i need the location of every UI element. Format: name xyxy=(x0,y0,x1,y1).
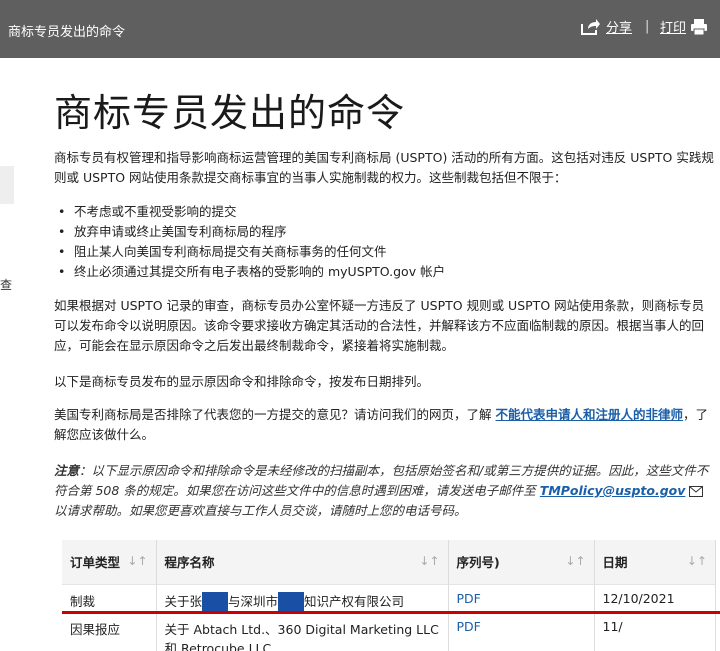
top-bar: 商标专员发出的命令 分享 | 打印 xyxy=(0,0,720,58)
col-order-type[interactable]: 订单类型 ↓↑ xyxy=(62,540,157,584)
col-date[interactable]: 日期 ↓↑ xyxy=(594,540,716,584)
share-label: 分享 xyxy=(606,21,633,36)
redaction-block xyxy=(202,592,229,612)
redaction-block xyxy=(278,592,305,612)
col-proceeding-name[interactable]: 程序名称 ↓↑ xyxy=(156,540,449,584)
sanction-list: 不考虑或不重视受影响的提交 放弃申请或终止美国专利商标局的程序 阻止某人向美国专… xyxy=(58,202,445,282)
order-paragraph: 以下是商标专员发布的显示原因命令和排除命令，按发布日期排列。 xyxy=(54,374,430,389)
note-paragraph: 注意：以下显示原因命令和排除命令是未经修改的扫描副本，包括原始签名和/或第三方提… xyxy=(54,461,718,521)
pdf-link[interactable]: PDF xyxy=(448,583,595,613)
review-paragraph: 如果根据对 USPTO 记录的审查，商标专员办公室怀疑一方违反了 USPTO 规… xyxy=(54,298,705,353)
side-label: 查 xyxy=(0,278,13,292)
pdf-link[interactable]: PDF xyxy=(448,612,595,651)
mail-icon xyxy=(689,486,704,497)
intro-paragraph: 商标专员有权管理和指导影响商标运营管理的美国专利商标局 (USPTO) 活动的所… xyxy=(54,150,714,185)
cell-type: 制裁 xyxy=(62,583,157,613)
topbar-title: 商标专员发出的命令 xyxy=(8,25,126,40)
table-header-row: 订单类型 ↓↑ 程序名称 ↓↑ 序列号) ↓↑ 日期 ↓↑ xyxy=(62,540,716,584)
share-icon xyxy=(581,18,600,35)
share-button[interactable]: 分享 xyxy=(580,17,632,36)
col-serial[interactable]: 序列号) ↓↑ xyxy=(448,540,595,584)
divider: | xyxy=(645,19,650,34)
highlight-underline xyxy=(62,611,720,614)
list-item: 放弃申请或终止美国专利商标局的程序 xyxy=(58,222,445,242)
table-row: 制裁 关于张 与深圳市 知识产权有限公司 PDF 12/10/2021 xyxy=(62,583,716,613)
note-tail: 以请求帮助。如果您更喜欢直接与工作人员交谈，请随时上您的电话号码。 xyxy=(54,503,467,518)
orders-table: 订单类型 ↓↑ 程序名称 ↓↑ 序列号) ↓↑ 日期 ↓↑ 制裁 关于张 与深圳市 知识产权… xyxy=(62,540,716,651)
sort-icon[interactable]: ↓↑ xyxy=(419,554,439,568)
cell-type: 因果报应 xyxy=(62,612,157,651)
list-item: 不考虑或不重视受影响的提交 xyxy=(58,202,445,222)
page-title: 商标专员发出的命令 xyxy=(54,91,406,135)
sort-icon[interactable]: ↓↑ xyxy=(687,554,707,568)
sort-icon[interactable]: ↓↑ xyxy=(565,554,585,568)
cell-date: 11/ xyxy=(594,612,716,651)
print-button[interactable]: 打印 xyxy=(660,17,708,36)
table-row: 因果报应 关于 Abtach Ltd.、360 Digital Marketin… xyxy=(62,612,716,651)
side-tab[interactable] xyxy=(0,166,14,204)
nonlawyer-link[interactable]: 不能代表申请人和注册人的非律师 xyxy=(496,407,684,422)
cell-name: 关于张 与深圳市 知识产权有限公司 xyxy=(156,583,449,613)
cell-name: 关于 Abtach Ltd.、360 Digital Marketing LLC… xyxy=(156,612,449,651)
email-link[interactable]: TMPolicy@uspto.gov xyxy=(540,483,686,498)
list-item: 终止必须通过其提交所有电子表格的受影响的 myUSPTO.gov 帐户 xyxy=(58,262,445,282)
nonlawyer-text: 美国专利商标局是否排除了代表您的一方提交的意见？请访问我们的网页，了解 xyxy=(54,407,492,422)
printer-icon xyxy=(691,18,708,35)
list-item: 阻止某人向美国专利商标局提交有关商标事务的任何文件 xyxy=(58,242,445,262)
print-label: 打印 xyxy=(660,21,687,36)
nonlawyer-paragraph: 美国专利商标局是否排除了代表您的一方提交的意见？请访问我们的网页，了解 不能代表… xyxy=(54,405,718,445)
sort-icon[interactable]: ↓↑ xyxy=(127,554,147,568)
note-label: 注意 xyxy=(54,463,80,478)
cell-date: 12/10/2021 xyxy=(594,583,716,613)
